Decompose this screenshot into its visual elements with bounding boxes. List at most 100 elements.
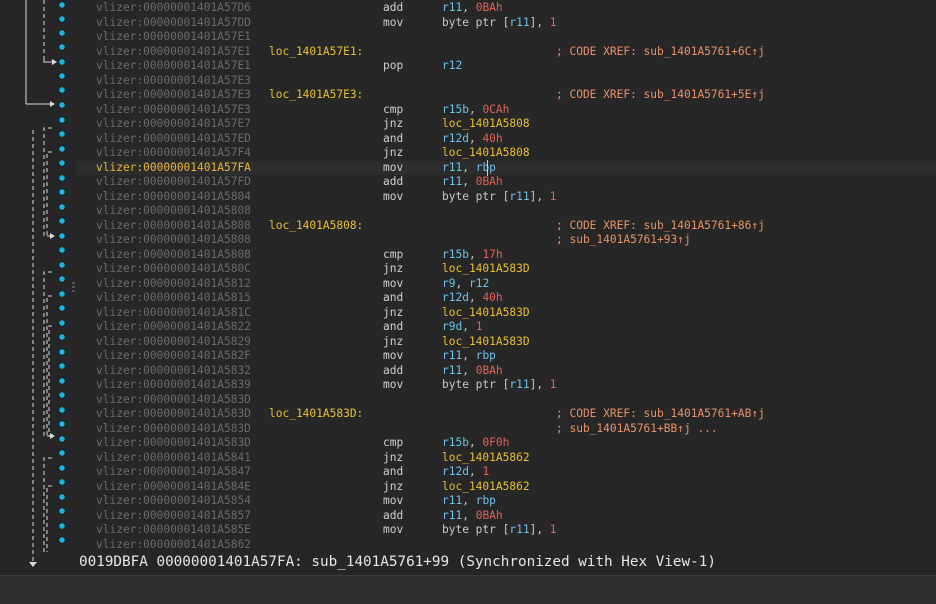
xref-comment[interactable]: ; CODE XREF: sub_1401A5761+5E↑j: [556, 88, 765, 103]
mnemonic[interactable]: mov: [383, 378, 403, 393]
operands[interactable]: r12d, 1: [442, 465, 489, 480]
operands[interactable]: r15b, 0F0h: [442, 436, 509, 451]
address[interactable]: vlizer:00000001401A5832: [96, 364, 251, 379]
mnemonic[interactable]: mov: [383, 161, 403, 176]
listing-row[interactable]: vlizer:00000001401A5815 and r12d, 40h: [76, 291, 936, 306]
listing-row[interactable]: vlizer:00000001401A57E3 cmp r15b, 0CAh: [76, 103, 936, 118]
code-label[interactable]: loc_1401A5808:: [269, 219, 363, 234]
mnemonic[interactable]: mov: [383, 16, 403, 31]
operands[interactable]: r9d, 1: [442, 320, 482, 335]
address[interactable]: vlizer:00000001401A5808: [96, 233, 251, 248]
operands[interactable]: byte ptr [r11], 1: [442, 378, 557, 393]
mnemonic[interactable]: jnz: [383, 480, 403, 495]
listing-row[interactable]: vlizer:00000001401A581C jnz loc_1401A583D: [76, 306, 936, 321]
listing-row[interactable]: vlizer:00000001401A57E1 loc_1401A57E1: ; C…: [76, 45, 936, 60]
mnemonic[interactable]: jnz: [383, 451, 403, 466]
operands[interactable]: loc_1401A583D: [442, 306, 530, 321]
address[interactable]: vlizer:00000001401A57E3: [96, 74, 251, 89]
listing-row[interactable]: vlizer:00000001401A583D: [76, 393, 936, 408]
operands[interactable]: loc_1401A583D: [442, 335, 530, 350]
operand-label-link[interactable]: loc_1401A5862: [442, 451, 530, 464]
listing-row[interactable]: vlizer:00000001401A57E1: [76, 30, 936, 45]
mnemonic[interactable]: jnz: [383, 262, 403, 277]
listing-row[interactable]: vlizer:00000001401A5808 loc_1401A5808: ; C…: [76, 219, 936, 234]
listing-row[interactable]: vlizer:00000001401A5832 add r11, 0BAh: [76, 364, 936, 379]
address[interactable]: vlizer:00000001401A5815: [96, 291, 251, 306]
mnemonic[interactable]: add: [383, 364, 403, 379]
listing-row[interactable]: vlizer:00000001401A5862: [76, 538, 936, 549]
operand-label-link[interactable]: loc_1401A583D: [442, 335, 530, 348]
listing-row[interactable]: vlizer:00000001401A5854 mov r11, rbp: [76, 494, 936, 509]
address[interactable]: vlizer:00000001401A5862: [96, 538, 251, 549]
listing-row[interactable]: vlizer:00000001401A583D ; sub_1401A5761+B…: [76, 422, 936, 437]
operands[interactable]: r11, 0BAh: [442, 1, 503, 16]
mnemonic[interactable]: cmp: [383, 248, 403, 263]
listing-row[interactable]: vlizer:00000001401A5839 mov byte ptr [r11]…: [76, 378, 936, 393]
address[interactable]: vlizer:00000001401A57F4: [96, 146, 251, 161]
listing-row[interactable]: vlizer:00000001401A5808: [76, 204, 936, 219]
listing-row[interactable]: vlizer:00000001401A57FD add r11, 0BAh: [76, 175, 936, 190]
scroll-grip[interactable]: [72, 282, 76, 292]
operand-label-link[interactable]: loc_1401A583D: [442, 306, 530, 319]
mnemonic[interactable]: mov: [383, 523, 403, 538]
operand-label-link[interactable]: loc_1401A5808: [442, 117, 530, 130]
address[interactable]: vlizer:00000001401A582F: [96, 349, 251, 364]
address[interactable]: vlizer:00000001401A57E1: [96, 59, 251, 74]
address[interactable]: vlizer:00000001401A57DD: [96, 16, 251, 31]
listing-row[interactable]: vlizer:00000001401A57E3: [76, 74, 936, 89]
listing-row[interactable]: vlizer:00000001401A57D6 add r11, 0BAh: [76, 1, 936, 16]
listing-row[interactable]: vlizer:00000001401A5841 jnz loc_1401A5862: [76, 451, 936, 466]
operands[interactable]: r12: [442, 59, 462, 74]
operands[interactable]: r9, r12: [442, 277, 489, 292]
xref-comment[interactable]: ; sub_1401A5761+93↑j: [556, 233, 691, 248]
operands[interactable]: loc_1401A5808: [442, 146, 530, 161]
address[interactable]: vlizer:00000001401A5808: [96, 248, 251, 263]
listing-row[interactable]: vlizer:00000001401A585E mov byte ptr [r11]…: [76, 523, 936, 538]
listing-row[interactable]: vlizer:00000001401A583D cmp r15b, 0F0h: [76, 436, 936, 451]
disassembly-listing[interactable]: vlizer:00000001401A57D6 add r11, 0BAh vlize…: [76, 0, 936, 548]
mnemonic[interactable]: jnz: [383, 117, 403, 132]
address[interactable]: vlizer:00000001401A5812: [96, 277, 251, 292]
listing-row[interactable]: vlizer:00000001401A57E3 loc_1401A57E3: ; C…: [76, 88, 936, 103]
address[interactable]: vlizer:00000001401A5841: [96, 451, 251, 466]
listing-row[interactable]: vlizer:00000001401A5812 mov r9, r12: [76, 277, 936, 292]
address[interactable]: vlizer:00000001401A583D: [96, 436, 251, 451]
operands[interactable]: r15b, 0CAh: [442, 103, 509, 118]
operands[interactable]: r11, 0BAh: [442, 509, 503, 524]
operands[interactable]: loc_1401A5862: [442, 480, 530, 495]
code-label[interactable]: loc_1401A583D:: [269, 407, 363, 422]
address[interactable]: vlizer:00000001401A583D: [96, 393, 251, 408]
operands[interactable]: loc_1401A5862: [442, 451, 530, 466]
operands[interactable]: r12d, 40h: [442, 132, 503, 147]
mnemonic[interactable]: jnz: [383, 306, 403, 321]
listing-row[interactable]: vlizer:00000001401A57F4 jnz loc_1401A5808: [76, 146, 936, 161]
mnemonic[interactable]: add: [383, 509, 403, 524]
mnemonic[interactable]: mov: [383, 349, 403, 364]
address[interactable]: vlizer:00000001401A57E3: [96, 88, 251, 103]
address[interactable]: vlizer:00000001401A585E: [96, 523, 251, 538]
listing-row[interactable]: vlizer:00000001401A5857 add r11, 0BAh: [76, 509, 936, 524]
listing-row[interactable]: vlizer:00000001401A580C jnz loc_1401A583D: [76, 262, 936, 277]
address[interactable]: vlizer:00000001401A580C: [96, 262, 251, 277]
address[interactable]: vlizer:00000001401A581C: [96, 306, 251, 321]
listing-row[interactable]: vlizer:00000001401A57DD mov byte ptr [r11]…: [76, 16, 936, 31]
mnemonic[interactable]: mov: [383, 277, 403, 292]
listing-row[interactable]: vlizer:00000001401A583D loc_1401A583D: ; C…: [76, 407, 936, 422]
listing-row[interactable]: vlizer:00000001401A5808 ; sub_1401A5761+9…: [76, 233, 936, 248]
listing-row[interactable]: vlizer:00000001401A57E7 jnz loc_1401A5808: [76, 117, 936, 132]
mnemonic[interactable]: cmp: [383, 103, 403, 118]
listing-row[interactable]: vlizer:00000001401A5829 jnz loc_1401A583D: [76, 335, 936, 350]
mnemonic[interactable]: pop: [383, 59, 403, 74]
address[interactable]: vlizer:00000001401A5857: [96, 509, 251, 524]
operands[interactable]: byte ptr [r11], 1: [442, 523, 557, 538]
address[interactable]: vlizer:00000001401A57E1: [96, 45, 251, 60]
listing-row[interactable]: vlizer:00000001401A5847 and r12d, 1: [76, 465, 936, 480]
mnemonic[interactable]: add: [383, 175, 403, 190]
operands[interactable]: r11, 0BAh: [442, 364, 503, 379]
mnemonic[interactable]: and: [383, 132, 403, 147]
address[interactable]: vlizer:00000001401A584E: [96, 480, 251, 495]
code-label[interactable]: loc_1401A57E3:: [269, 88, 363, 103]
operands[interactable]: r15b, 17h: [442, 248, 503, 263]
code-label[interactable]: loc_1401A57E1:: [269, 45, 363, 60]
operands[interactable]: r12d, 40h: [442, 291, 503, 306]
